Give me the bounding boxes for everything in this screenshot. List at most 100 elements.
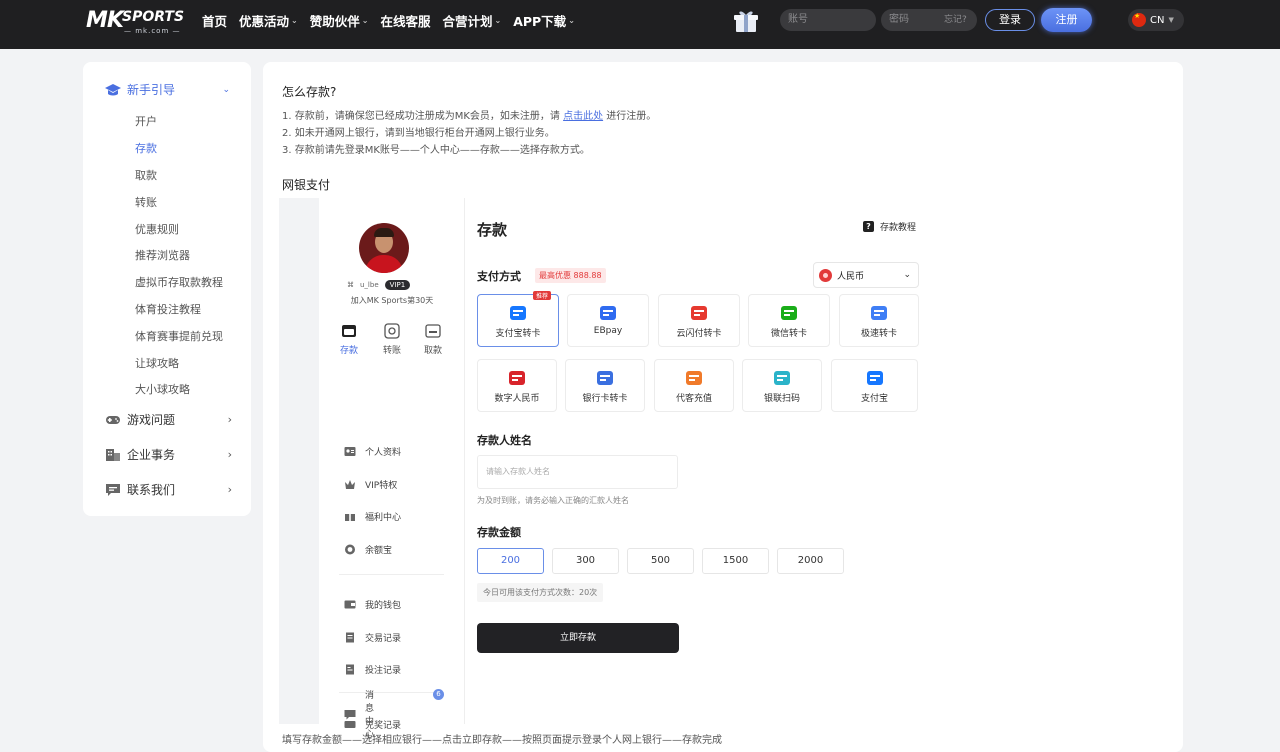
depositor-name-hint: 为及时到账，请务必输入正确的汇款人姓名 [477,496,629,505]
sidebar-item-early-cashout[interactable]: 体育赛事提前兑现 [135,328,223,344]
menu-message-center[interactable]: 消息中心 [344,688,374,740]
deposit-panel: 存款 ? 存款教程 支付方式 最高优惠 888.88 人民币 ⌄ 支付宝转卡 推荐… [465,198,959,724]
sidebar-group-games[interactable]: 游戏问题 › [105,411,232,428]
register-button[interactable]: 注册 [1041,8,1092,32]
sidebar-item-browser[interactable]: 推荐浏览器 [135,247,190,263]
menu-welfare[interactable]: 福利中心 [344,510,401,523]
payment-method-1[interactable]: 支付宝转卡 推荐 [477,291,559,347]
menu-wallet[interactable]: 我的钱包 [344,598,401,611]
amount-label: 存款金额 [477,526,521,539]
sidebar-item-transfer[interactable]: 转账 [135,194,157,210]
register-link[interactable]: 点击此处 [563,111,603,122]
payment-method-8[interactable]: 代客充值 [654,359,734,412]
chevron-right-icon: › [227,483,232,496]
sidebar-item-crypto-tutorial[interactable]: 虚拟币存取款教程 [135,274,223,290]
payment-method-9[interactable]: 银联扫码 [742,359,822,412]
sidebar-item-deposit[interactable]: 存款 [135,140,157,156]
menu-yuebao[interactable]: 余额宝 [344,543,392,556]
coin-icon [344,544,356,555]
currency-select[interactable]: 人民币 ⌄ [813,262,919,288]
payment-logo-icon [599,305,617,321]
payment-method-3[interactable]: 云闪付转卡 [658,294,740,347]
depositor-name-input[interactable]: 请输入存款人姓名 [477,455,678,489]
amount-option[interactable]: 2000 [777,548,844,574]
deposit-tutorial-link[interactable]: ? 存款教程 [863,220,916,233]
action-transfer[interactable]: 转账 [374,323,410,356]
personal-center-panel: ⌘ u_lbe VIP1 加入MK Sports第30天 存款 转账 取款 个人… [319,198,465,731]
menu-vip[interactable]: VIP特权 [344,478,397,491]
nav-app-download[interactable]: APP下载 ⌄ [513,11,575,30]
sidebar-group-contact[interactable]: 联系我们 › [105,481,232,498]
nav-sponsors[interactable]: 赞助伙伴 ⌄ [310,11,369,30]
payment-method-4[interactable]: 微信转卡 [748,294,830,347]
login-button[interactable]: 登录 [985,9,1035,31]
chevron-right-icon: › [227,448,232,461]
forgot-password-link[interactable]: 忘记? [944,9,967,31]
withdraw-icon [425,323,441,339]
payment-logo-icon [773,370,791,386]
payment-method-6[interactable]: 数字人民币 [477,359,557,412]
main-nav: 首页 优惠活动 ⌄ 赞助伙伴 ⌄ 在线客服 合营计划 ⌄ APP下载 ⌄ [202,0,587,40]
account-input[interactable]: 账号 [780,9,876,31]
wallet-icon [344,599,356,610]
payment-method-label: 银行卡转卡 [582,394,628,404]
rmb-icon [819,268,832,282]
nav-promotions[interactable]: 优惠活动 ⌄ [239,11,298,30]
crown-icon [344,479,356,490]
amount-option[interactable]: 300 [552,548,619,574]
graduation-cap-icon [105,83,121,97]
payment-logo-icon [870,305,888,321]
sidebar-item-open-account[interactable]: 开户 [135,113,157,129]
payment-method-label: 极速转卡 [860,329,897,339]
question-icon: ? [863,221,874,232]
sidebar-item-handicap[interactable]: 让球攻略 [135,355,179,371]
action-deposit[interactable]: 存款 [331,323,367,356]
payment-method-2[interactable]: EBpay [567,294,649,347]
sidebar-group-business[interactable]: 企业事务 › [105,446,232,463]
chat-icon [344,709,356,720]
menu-bet-records[interactable]: 投注记录 [344,663,401,676]
amount-option[interactable]: 1500 [702,548,769,574]
payment-method-label: EBpay [593,326,623,336]
mk-sports-logo[interactable]: MK SPORTS — mk.com — [86,8,184,35]
payment-method-label: 银联扫码 [763,394,800,404]
language-selector[interactable]: CN ▼ [1128,9,1184,31]
transfer-icon [384,323,400,339]
sidebar-group-guide[interactable]: 新手引导 ⌄ [105,81,230,98]
nav-support[interactable]: 在线客服 [380,11,430,30]
deposit-screenshot: ⌘ u_lbe VIP1 加入MK Sports第30天 存款 转账 取款 个人… [279,198,959,731]
amount-option[interactable]: 500 [627,548,694,574]
sidebar-item-withdraw[interactable]: 取款 [135,167,157,183]
join-days: 加入MK Sports第30天 [350,296,434,305]
gift-box-icon[interactable] [732,9,760,33]
logo-domain: — mk.com — [124,27,181,35]
sidebar-item-sports-tutorial[interactable]: 体育投注教程 [135,301,201,317]
menu-profile[interactable]: 个人资料 [344,445,401,458]
sidebar-item-promo-rules[interactable]: 优惠规则 [135,221,179,237]
payment-method-5[interactable]: 极速转卡 [839,294,919,347]
sidebar-group-title: 新手引导 [127,83,176,97]
payment-method-7[interactable]: 银行卡转卡 [565,359,645,412]
amount-option[interactable]: 200 [477,548,544,574]
avatar [359,223,409,273]
message-icon [105,483,121,497]
payment-logo-icon [596,370,614,386]
top-bar: MK SPORTS — mk.com — 首页 优惠活动 ⌄ 赞助伙伴 ⌄ 在线客服… [0,0,1280,49]
sidebar-group-label: 企业事务 [127,448,176,462]
nav-home[interactable]: 首页 [202,11,227,30]
deposit-now-button[interactable]: 立即存款 [477,623,679,653]
chevron-down-icon: ⌄ [222,84,230,95]
payment-method-label: 支付方式 [477,270,521,283]
payment-method-10[interactable]: 支付宝 [831,359,918,412]
gift-icon [344,511,356,522]
document-icon [344,632,356,643]
menu-transactions[interactable]: 交易记录 [344,631,401,644]
payment-logo-icon [508,370,526,386]
sidebar-item-over-under[interactable]: 大小球攻略 [135,381,190,397]
action-withdraw[interactable]: 取款 [415,323,451,356]
id-card-icon [344,446,356,457]
article-step-2: 2. 如未开通网上银行，请到当地银行柜台开通网上银行业务。 [282,128,555,139]
logo-mk: MK [86,8,124,33]
nav-affiliate[interactable]: 合营计划 ⌄ [442,11,501,30]
sidebar-group-label: 游戏问题 [127,413,176,427]
